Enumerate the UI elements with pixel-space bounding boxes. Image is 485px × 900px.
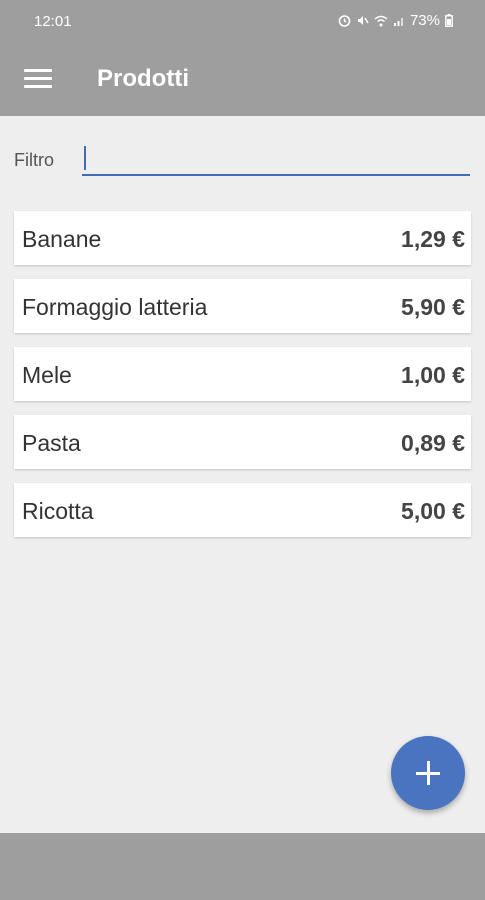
product-price: 5,00 € — [401, 498, 465, 524]
battery-icon — [445, 14, 453, 27]
filter-label: Filtro — [14, 150, 54, 170]
list-item[interactable]: Pasta 0,89 € — [14, 415, 471, 469]
status-bar: 12:01 73% — [0, 0, 485, 46]
product-name: Formaggio latteria — [22, 294, 208, 320]
page-title: Prodotti — [97, 65, 189, 92]
mute-icon — [357, 16, 369, 25]
status-icons: 73% — [338, 12, 453, 29]
product-name: Pasta — [22, 430, 81, 456]
add-product-button[interactable] — [391, 736, 465, 810]
product-price: 0,89 € — [401, 430, 465, 456]
list-item[interactable]: Mele 1,00 € — [14, 347, 471, 401]
hamburger-menu-icon[interactable] — [24, 69, 52, 91]
product-price: 5,90 € — [401, 294, 465, 320]
text-cursor — [84, 146, 86, 170]
product-name: Mele — [22, 362, 72, 388]
product-list: Banane 1,29 € Formaggio latteria 5,90 € … — [14, 211, 471, 551]
filter-row: Filtro — [0, 138, 485, 178]
battery-percent: 73% — [409, 12, 440, 29]
list-item[interactable]: Banane 1,29 € — [14, 211, 471, 265]
list-item[interactable]: Formaggio latteria 5,90 € — [14, 279, 471, 333]
status-time: 12:01 — [34, 13, 72, 30]
wifi-icon — [374, 15, 388, 26]
product-price: 1,00 € — [401, 362, 465, 388]
filter-input[interactable] — [82, 144, 470, 176]
bottom-bar — [0, 833, 485, 900]
product-name: Banane — [22, 226, 102, 252]
list-item[interactable]: Ricotta 5,00 € — [14, 483, 471, 537]
product-price: 1,29 € — [401, 226, 465, 252]
product-name: Ricotta — [22, 498, 94, 524]
signal-icon — [393, 17, 403, 26]
alarm-icon — [338, 15, 351, 27]
app-bar: Prodotti — [0, 46, 485, 116]
